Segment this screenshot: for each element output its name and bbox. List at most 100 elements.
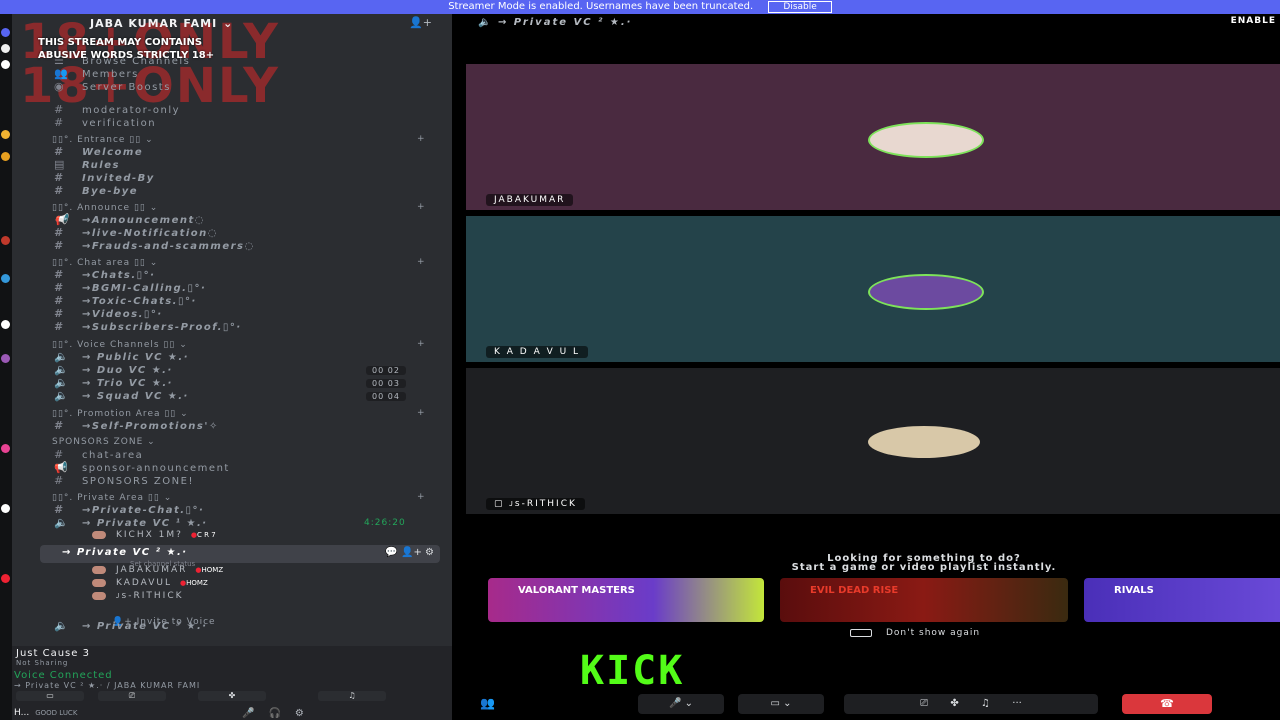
speaker-icon: 🔈 <box>54 363 70 376</box>
channel-chat-area[interactable]: # chat-area <box>54 448 143 461</box>
voice-member[interactable]: KADAVULHOMZ <box>92 578 208 588</box>
participant-tile[interactable]: ▢ ᴊs-RITHICK <box>466 368 1280 514</box>
server-icon[interactable] <box>1 444 10 453</box>
channel-announcement[interactable]: 📢 →Announcement◌ <box>54 213 205 226</box>
add-channel-icon[interactable]: + <box>417 134 426 144</box>
hash-icon: # <box>54 171 64 184</box>
server-icon[interactable] <box>1 574 10 583</box>
screen-share-button[interactable]: ⎚ <box>98 691 166 701</box>
speaker-icon: 🔈 <box>54 516 70 529</box>
category-promotion[interactable]: ▯▯°. Promotion Area ▯▯ ⌄ + <box>52 408 425 419</box>
category-announce[interactable]: ▯▯°. Announce ▯▯ ⌄ + <box>52 202 425 213</box>
hash-icon: # <box>54 320 64 333</box>
server-icon[interactable] <box>1 130 10 139</box>
mic-icon[interactable]: 🎤 <box>242 708 268 719</box>
voice-member[interactable]: JABAKUMARHOMZ <box>92 565 223 575</box>
category-voice[interactable]: ▯▯°. Voice Channels ▯▯ ⌄ + <box>52 339 425 350</box>
server-icon[interactable] <box>1 504 10 513</box>
camera-toggle[interactable]: ▭ ⌄ <box>738 694 824 714</box>
headphones-icon[interactable]: 🎧 <box>268 708 294 719</box>
server-icon[interactable] <box>1 236 10 245</box>
activity-card[interactable]: EVIL DEAD RISE <box>780 578 1068 622</box>
voice-private-vc-3[interactable]: 🔈 → Private VC ³ ★.· <box>54 619 208 632</box>
channel-bye-bye[interactable]: # Bye-bye <box>54 184 138 197</box>
user-panel: Just Cause 3 Not Sharing Voice Connected →… <box>12 646 452 720</box>
server-icon[interactable] <box>1 274 10 283</box>
add-channel-icon[interactable]: + <box>417 202 426 212</box>
channel-welcome[interactable]: # Welcome <box>54 145 143 158</box>
server-icon[interactable] <box>1 60 10 69</box>
enable-button[interactable]: ENABLE <box>1231 16 1276 26</box>
server-icon[interactable] <box>1 28 10 37</box>
add-channel-icon[interactable]: + <box>417 492 426 502</box>
disable-streamer-button[interactable]: Disable <box>768 1 832 13</box>
channel-private-chat[interactable]: # →Private-Chat.▯°· <box>54 503 204 516</box>
server-boosts-link[interactable]: ◉ Server Boosts <box>54 80 171 93</box>
activities-button[interactable]: ✤ <box>198 691 266 701</box>
voice-trio-vc[interactable]: 🔈 → Trio VC ★.· <box>54 376 173 389</box>
channel-sponsors-zone[interactable]: # SPONSORS ZONE! <box>54 474 194 487</box>
server-icon[interactable] <box>1 152 10 161</box>
dont-show-again[interactable]: Don't show again <box>850 628 980 638</box>
voice-private-vc-1[interactable]: 🔈 → Private VC ¹ ★.· <box>54 516 208 529</box>
voice-squad-vc[interactable]: 🔈 → Squad VC ★.· <box>54 389 189 402</box>
hash-icon: # <box>54 103 65 116</box>
channel-verification[interactable]: # verification <box>54 116 156 129</box>
disconnect-button[interactable]: ☎ <box>1122 694 1212 714</box>
warning-line-1: THIS STREAM MAY CONTAINS <box>38 37 203 48</box>
channel-chats[interactable]: # →Chats.▯°· <box>54 268 155 281</box>
voice-connected[interactable]: Voice Connected → Private VC ² ★.· / JABA… <box>14 670 200 690</box>
category-entrance[interactable]: ▯▯°. Entrance ▯▯ ⌄ + <box>52 134 425 145</box>
speaker-icon: 🔈 <box>478 17 498 28</box>
server-icon[interactable] <box>1 44 10 53</box>
voice-duo-vc[interactable]: 🔈 → Duo VC ★.· <box>54 363 173 376</box>
server-icon[interactable] <box>1 320 10 329</box>
voice-public-vc[interactable]: 🔈 → Public VC ★.· <box>54 350 189 363</box>
add-channel-icon[interactable]: + <box>417 339 426 349</box>
speaker-icon: 🔈 <box>54 350 70 363</box>
gear-icon[interactable]: ⚙ <box>295 708 318 719</box>
server-icon[interactable] <box>1 354 10 363</box>
category-chat-area[interactable]: ▯▯°. Chat area ▯▯ ⌄ + <box>52 257 425 268</box>
voice-member[interactable]: ᴊs-RITHICK <box>92 591 184 601</box>
checkbox[interactable] <box>850 628 872 637</box>
channel-moderator-only[interactable]: # moderator-only <box>54 103 180 116</box>
channel-videos[interactable]: # →Videos.▯°· <box>54 307 163 320</box>
activity-card[interactable]: VALORANT MASTERS <box>488 578 764 622</box>
hash-icon: # <box>54 294 64 307</box>
channel-rules[interactable]: ▤ Rules <box>54 158 120 171</box>
add-member-icon[interactable]: 👤+ <box>409 16 432 29</box>
soundboard-button[interactable]: ♫ <box>318 691 386 701</box>
channel-bgmi[interactable]: # →BGMI-Calling.▯°· <box>54 281 206 294</box>
channel-sponsor-announcement[interactable]: 📢 sponsor-announcement <box>54 461 230 474</box>
participant-tile[interactable]: JABAKUMAR <box>466 64 1280 210</box>
voice-member[interactable]: KICHX 1M?C R 7 <box>92 530 216 540</box>
channel-invited-by[interactable]: # Invited-By <box>54 171 155 184</box>
hash-icon: # <box>54 116 65 129</box>
participant-name: ▢ ᴊs-RITHICK <box>486 498 585 510</box>
voice-private-vc-2-selected[interactable]: → Private VC ² ★.· 💬 👤+ ⚙ <box>40 545 440 563</box>
members-link[interactable]: 👥 Members <box>54 67 139 80</box>
participant-tile[interactable]: K A D A V U L <box>466 216 1280 362</box>
activity-card[interactable]: RIVALS <box>1084 578 1280 622</box>
channel-self-promotions[interactable]: # →Self-Promotions'✧ <box>54 419 219 432</box>
add-people-icon[interactable]: 👥 <box>480 696 495 710</box>
category-private[interactable]: ▯▯°. Private Area ▯▯ ⌄ + <box>52 492 425 503</box>
add-channel-icon[interactable]: + <box>417 257 426 267</box>
hash-icon: # <box>54 307 64 320</box>
add-channel-icon[interactable]: + <box>417 408 426 418</box>
category-sponsors[interactable]: SPONSORS ZONE ⌄ <box>52 437 156 447</box>
user-limit-badge: 00 03 <box>366 379 406 388</box>
channel-toxic[interactable]: # →Toxic-Chats.▯°· <box>54 294 197 307</box>
channel-tools-icons[interactable]: 💬 👤+ ⚙ <box>385 547 434 558</box>
camera-button[interactable]: ▭ <box>16 691 84 701</box>
channel-subscribers-proof[interactable]: # →Subscribers-Proof.▯°· <box>54 320 242 333</box>
channel-live-notification[interactable]: # →live-Notification◌ <box>54 226 218 239</box>
channel-frauds[interactable]: # →Frauds-and-scammers◌ <box>54 239 255 252</box>
user-controls[interactable]: 🎤🎧⚙ <box>242 708 318 719</box>
voice-stage: 🔈 → Private VC ² ★.· ENABLE JABAKUMAR K … <box>454 14 1280 720</box>
user-info[interactable]: H... GOOD LUCK <box>14 708 77 718</box>
stage-actions[interactable]: ⎚ ✤ ♫ ··· <box>844 694 1098 714</box>
mic-toggle[interactable]: 🎤 ⌄ <box>638 694 724 714</box>
server-name[interactable]: JABA KUMAR FAMI ⌄ <box>90 17 233 30</box>
